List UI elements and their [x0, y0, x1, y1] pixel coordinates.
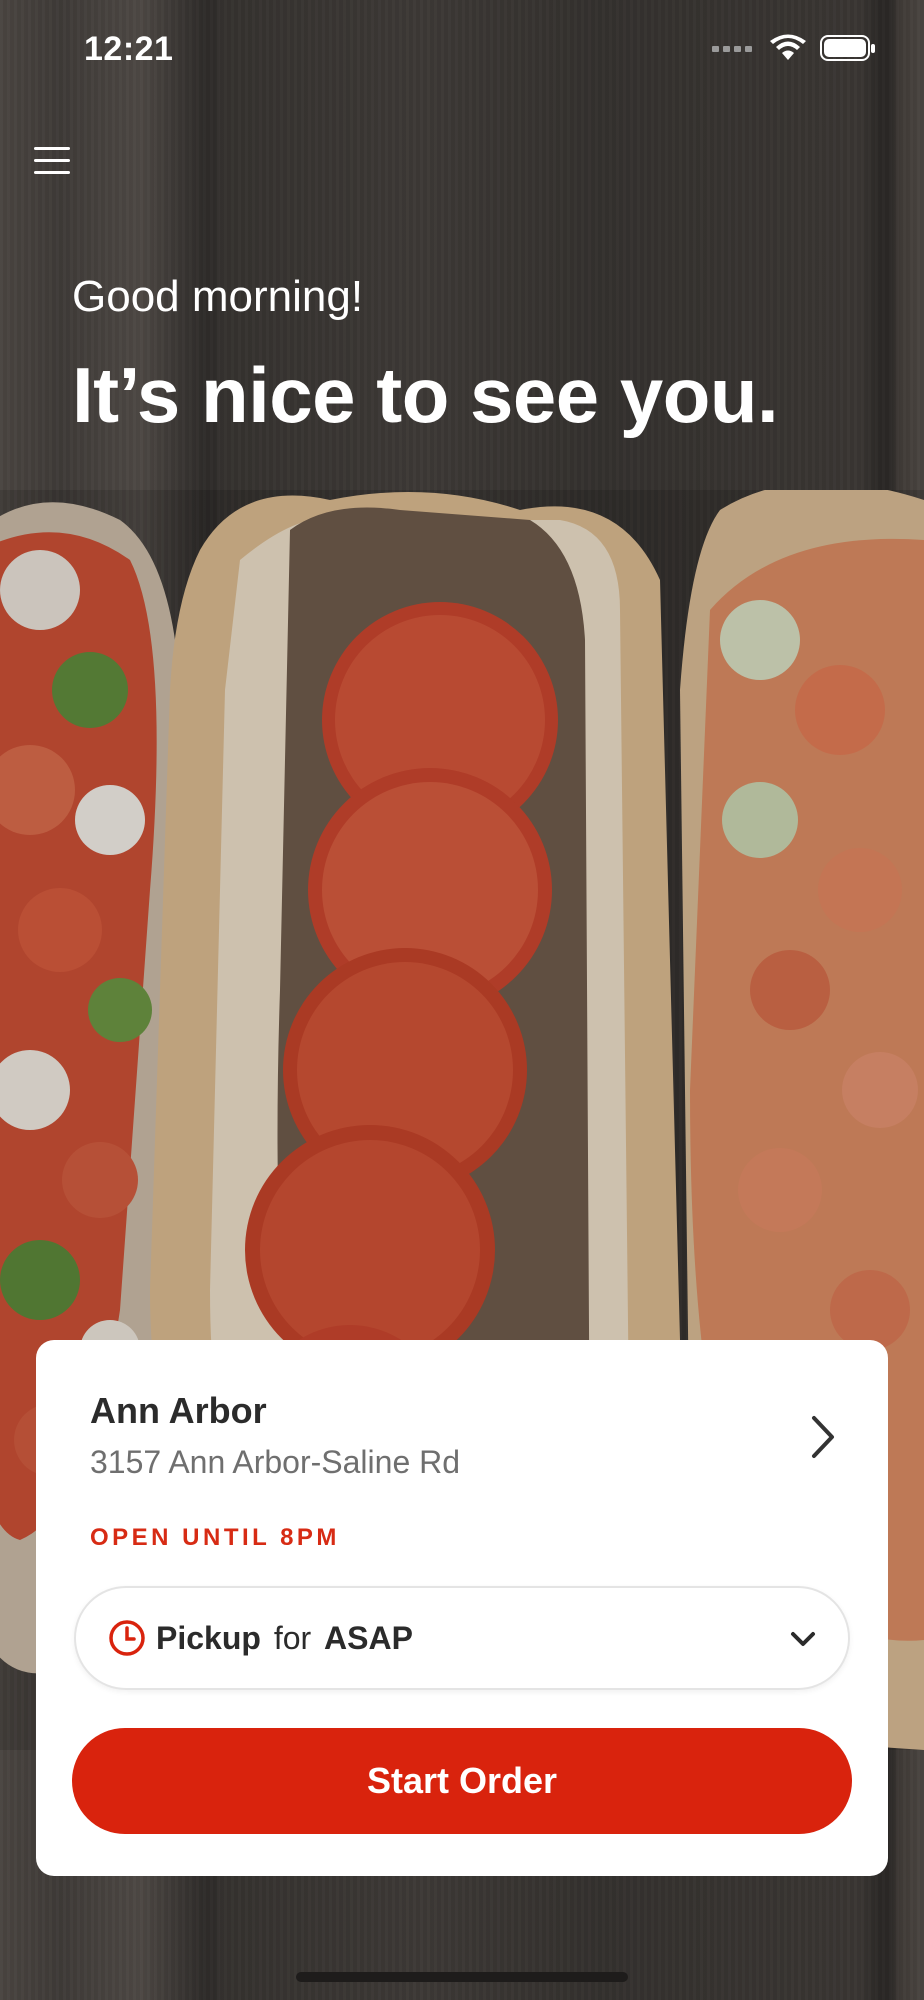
store-name[interactable]: Ann Arbor	[90, 1390, 267, 1432]
pickup-time-selector[interactable]: Pickup for ASAP	[74, 1586, 850, 1690]
battery-icon	[820, 35, 875, 61]
chevron-right-icon[interactable]	[802, 1412, 842, 1462]
status-time: 12:21	[84, 30, 174, 68]
wifi-icon	[770, 34, 806, 60]
status-bar: 12:21	[0, 0, 924, 100]
order-mode: Pickup	[156, 1619, 261, 1656]
pickup-label: Pickup for ASAP	[156, 1620, 413, 1657]
chevron-down-icon	[791, 1632, 815, 1646]
open-status: OPEN UNTIL 8PM	[90, 1524, 340, 1551]
home-indicator	[296, 1972, 628, 1982]
store-address[interactable]: 3157 Ann Arbor-Saline Rd	[90, 1444, 460, 1481]
hamburger-menu-icon	[34, 146, 70, 150]
status-icons	[712, 34, 876, 62]
menu-button[interactable]	[34, 140, 74, 180]
clock-icon	[109, 1620, 145, 1656]
location-card: Ann Arbor 3157 Ann Arbor-Saline Rd OPEN …	[36, 1340, 888, 1876]
order-time: ASAP	[324, 1619, 413, 1656]
start-order-button[interactable]: Start Order	[72, 1728, 852, 1834]
greeting-text: Good morning!	[72, 272, 364, 321]
headline-text: It’s nice to see you.	[72, 351, 779, 439]
signal-icon	[712, 46, 752, 52]
order-connector: for	[273, 1619, 312, 1656]
